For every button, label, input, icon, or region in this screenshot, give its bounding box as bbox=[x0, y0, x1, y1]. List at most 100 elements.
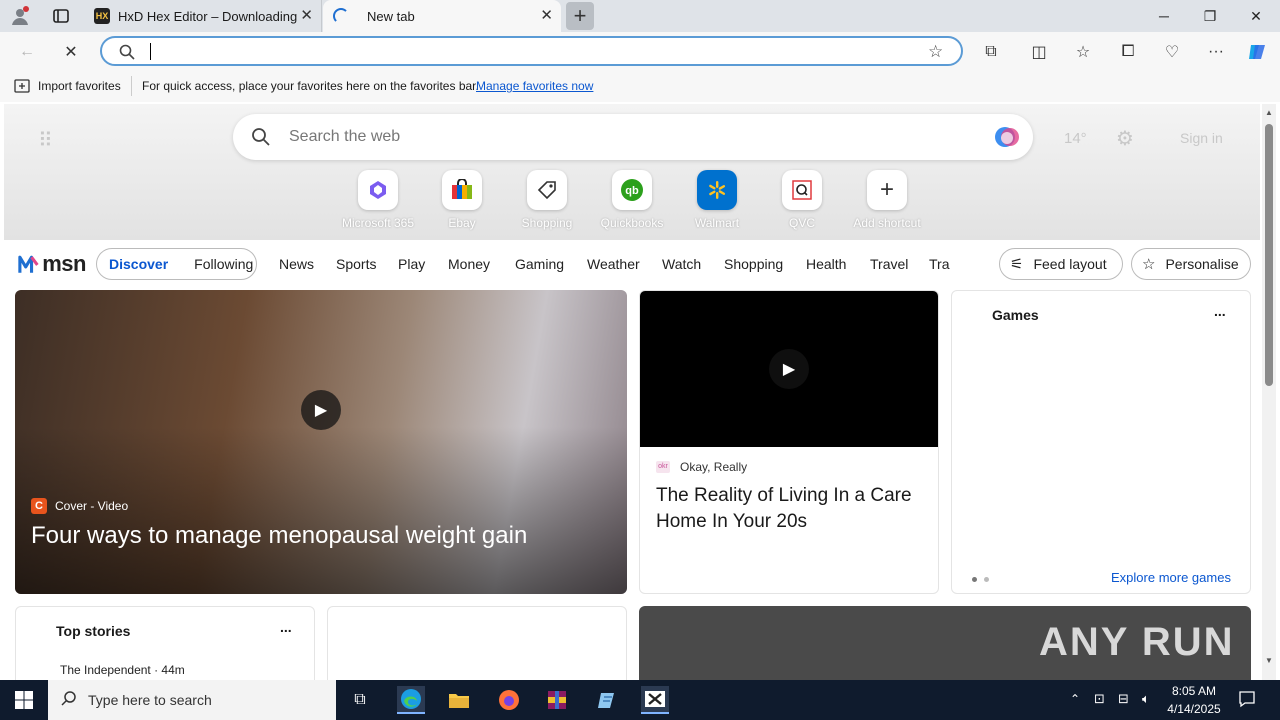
device-icon[interactable]: ⊡ bbox=[1094, 691, 1105, 707]
firefox-icon[interactable] bbox=[495, 686, 523, 714]
publisher-logo-icon: okr bbox=[656, 461, 670, 473]
text-caret bbox=[150, 43, 151, 60]
web-search-box[interactable]: Search the web bbox=[233, 114, 1033, 160]
favorites-hint: For quick access, place your favorites h… bbox=[142, 79, 479, 93]
close-tab-icon[interactable]: ✕ bbox=[540, 8, 553, 24]
top-stories-title: Top stories bbox=[56, 623, 131, 639]
nav-shopping[interactable]: Shopping bbox=[724, 256, 783, 272]
address-input[interactable] bbox=[148, 42, 908, 60]
winrar-icon[interactable] bbox=[543, 686, 571, 714]
file-explorer-icon[interactable] bbox=[445, 686, 473, 714]
close-window-icon[interactable]: ✕ bbox=[1246, 6, 1266, 26]
play-icon[interactable]: ▶ bbox=[301, 390, 341, 430]
carousel-dot[interactable] bbox=[972, 577, 977, 582]
personalise-button[interactable]: ☆ Personalise bbox=[1131, 248, 1251, 280]
manage-favorites-link[interactable]: Manage favorites now bbox=[476, 79, 593, 93]
favorites-icon[interactable]: ☆ bbox=[1072, 41, 1094, 63]
address-bar[interactable]: ☆ bbox=[100, 36, 963, 66]
settings-more-icon[interactable]: ··· bbox=[1205, 41, 1227, 63]
split-screen-icon[interactable]: ◫ bbox=[1028, 41, 1050, 63]
settings-gear-icon[interactable]: ⚙ bbox=[1116, 126, 1134, 151]
tab-following[interactable]: Following bbox=[194, 256, 253, 272]
more-options-icon[interactable]: ... bbox=[1214, 303, 1226, 319]
tab-actions-icon[interactable] bbox=[52, 7, 70, 25]
favorite-star-icon[interactable]: ☆ bbox=[928, 42, 943, 62]
hxd-taskbar-icon[interactable] bbox=[641, 686, 669, 714]
edge-taskbar-icon[interactable] bbox=[397, 686, 425, 714]
new-tab-page: ⠿ Search the web 14° ⚙ Sign in Microsoft… bbox=[4, 104, 1260, 680]
restore-icon[interactable]: ❐ bbox=[1200, 6, 1220, 26]
stop-loading-icon[interactable]: ✕ bbox=[60, 41, 82, 63]
nav-money[interactable]: Money bbox=[448, 256, 490, 272]
divider bbox=[131, 76, 132, 96]
nav-play[interactable]: Play bbox=[398, 256, 425, 272]
tab-discover[interactable]: Discover bbox=[109, 256, 168, 272]
story-source[interactable]: The Independent · 44m bbox=[60, 663, 185, 677]
new-tab-button[interactable]: + bbox=[566, 2, 594, 30]
minimize-icon[interactable]: ─ bbox=[1154, 6, 1174, 26]
nav-health[interactable]: Health bbox=[806, 256, 846, 272]
more-options-icon[interactable]: ... bbox=[280, 619, 292, 635]
nav-watch[interactable]: Watch bbox=[662, 256, 701, 272]
weather-temp[interactable]: 14° bbox=[1064, 130, 1087, 147]
network-icon[interactable]: ⊟ bbox=[1118, 691, 1129, 707]
notepad-icon[interactable] bbox=[593, 686, 621, 714]
clock-date[interactable]: 4/14/2025 bbox=[1166, 702, 1222, 716]
search-placeholder: Search the web bbox=[289, 128, 401, 145]
shortcut-qvc[interactable]: QVC bbox=[762, 170, 842, 230]
add-shortcut-button[interactable]: + Add shortcut bbox=[847, 170, 927, 230]
shortcut-ebay[interactable]: Ebay bbox=[422, 170, 502, 230]
shortcut-quickbooks[interactable]: qb Quickbooks bbox=[592, 170, 672, 230]
apps-launcher-icon[interactable]: ⠿ bbox=[38, 128, 53, 153]
feed-layout-button[interactable]: ⚟ Feed layout bbox=[999, 248, 1123, 280]
featured-title[interactable]: Four ways to manage menopausal weight ga… bbox=[31, 522, 527, 550]
msn-logo[interactable]: msn bbox=[16, 249, 86, 279]
taskbar-search-placeholder: Type here to search bbox=[88, 692, 212, 708]
nav-weather[interactable]: Weather bbox=[587, 256, 640, 272]
nav-travel[interactable]: Travel bbox=[870, 256, 908, 272]
taskbar-search[interactable]: Type here to search bbox=[48, 680, 336, 720]
extensions-icon[interactable]: ⧉ bbox=[980, 41, 1002, 63]
show-hidden-icons[interactable]: ⌃ bbox=[1070, 692, 1080, 706]
close-tab-icon[interactable]: ✕ bbox=[300, 8, 313, 24]
clock-time[interactable]: 8:05 AM bbox=[1166, 684, 1222, 698]
scroll-down-icon[interactable]: ▼ bbox=[1265, 656, 1273, 665]
shortcut-walmart[interactable]: Walmart bbox=[677, 170, 757, 230]
shortcut-label: Walmart bbox=[694, 216, 740, 230]
collections-icon[interactable]: ⧠ bbox=[1117, 41, 1139, 63]
nav-sports[interactable]: Sports bbox=[336, 256, 376, 272]
games-title: Games bbox=[992, 307, 1039, 323]
notifications-icon[interactable] bbox=[1238, 690, 1256, 713]
promo-card[interactable]: ANY RUN bbox=[639, 606, 1251, 680]
sign-in-link[interactable]: Sign in bbox=[1180, 130, 1223, 146]
play-icon[interactable]: ▶ bbox=[769, 349, 809, 389]
windows-start-icon[interactable] bbox=[10, 686, 38, 714]
scrollbar-thumb[interactable] bbox=[1265, 124, 1273, 386]
scroll-up-icon[interactable]: ▲ bbox=[1265, 108, 1273, 117]
page-scrollbar[interactable]: ▲ ▼ bbox=[1262, 104, 1276, 680]
task-view-icon[interactable]: ⧉ bbox=[346, 686, 374, 714]
nav-gaming[interactable]: Gaming bbox=[515, 256, 564, 272]
walmart-spark-icon bbox=[697, 170, 737, 210]
back-icon[interactable]: ← bbox=[16, 41, 38, 63]
games-card: Games ... Explore more games bbox=[951, 290, 1251, 594]
search-icon bbox=[251, 127, 271, 152]
volume-icon[interactable]: 🔈︎ bbox=[1142, 691, 1150, 707]
nav-news[interactable]: News bbox=[279, 256, 314, 272]
video-card[interactable]: ▶ okr Okay, Really The Reality of Living… bbox=[639, 290, 939, 594]
nav-truncated[interactable]: Tra bbox=[929, 256, 951, 272]
video-title[interactable]: The Reality of Living In a Care Home In … bbox=[656, 483, 926, 535]
browser-essentials-icon[interactable]: ♡ bbox=[1161, 41, 1183, 63]
explore-games-link[interactable]: Explore more games bbox=[1111, 570, 1231, 585]
shortcut-shopping[interactable]: Shopping bbox=[507, 170, 587, 230]
import-favorites-button[interactable]: Import favorites bbox=[38, 79, 121, 93]
tab-new-tab[interactable]: New tab ✕ bbox=[323, 0, 561, 32]
profile-icon[interactable] bbox=[10, 6, 30, 26]
featured-card[interactable]: ▶ C Cover - Video Four ways to manage me… bbox=[15, 290, 627, 594]
msn-wordmark: msn bbox=[42, 251, 86, 276]
tab-hxd[interactable]: HX HxD Hex Editor – Downloading ✕ bbox=[84, 0, 322, 32]
carousel-dot[interactable] bbox=[984, 577, 989, 582]
shortcut-microsoft-365[interactable]: Microsoft 365 bbox=[338, 170, 418, 230]
copilot-search-icon[interactable] bbox=[993, 124, 1021, 155]
copilot-icon[interactable] bbox=[1246, 41, 1268, 63]
